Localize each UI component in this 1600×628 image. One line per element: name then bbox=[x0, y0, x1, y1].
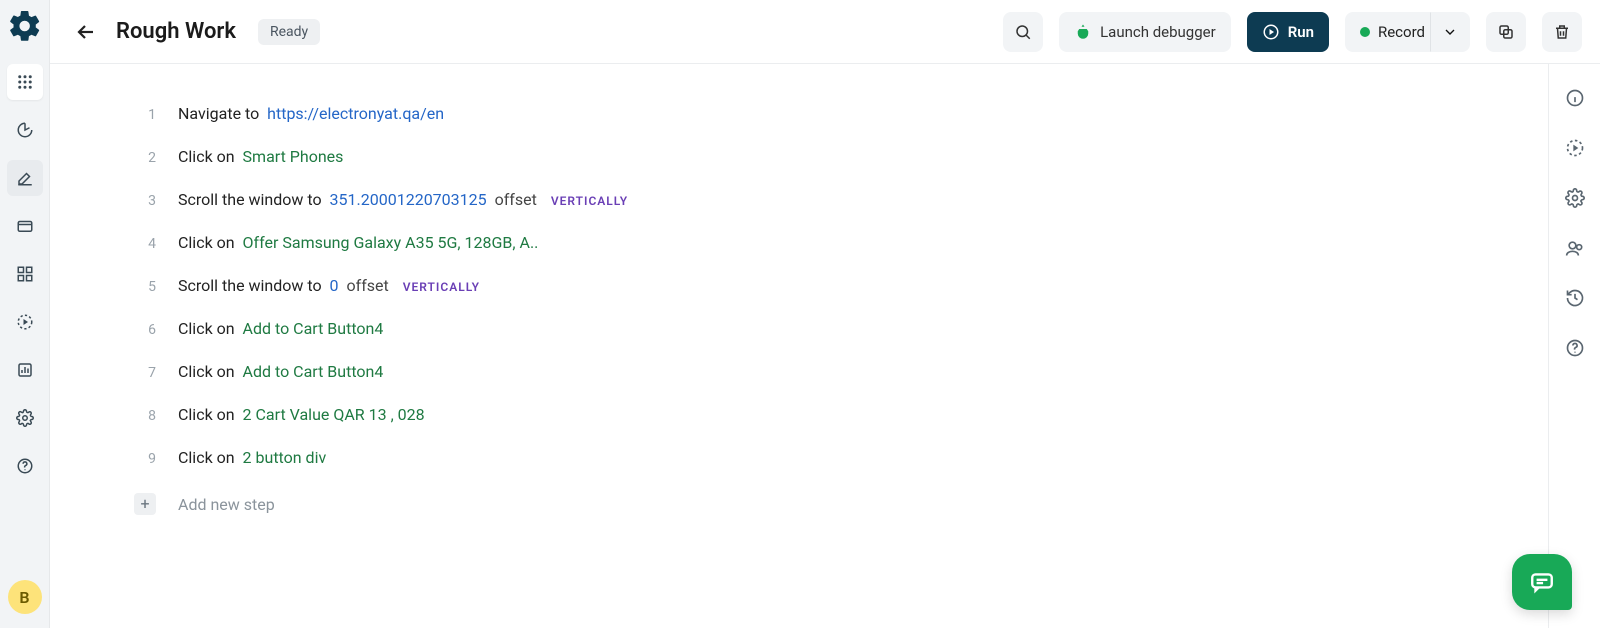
step-target: Add to Cart Button4 bbox=[243, 319, 384, 338]
trash-icon bbox=[1553, 23, 1571, 41]
search-icon bbox=[1014, 23, 1032, 41]
delete-button[interactable] bbox=[1542, 12, 1582, 52]
step-target: Offer Samsung Galaxy A35 5G, 128GB, A.. bbox=[243, 233, 539, 252]
copy-button[interactable] bbox=[1486, 12, 1526, 52]
sidebar-activity-icon[interactable] bbox=[7, 304, 43, 340]
step-target: Add to Cart Button4 bbox=[243, 362, 384, 381]
collaborators-button[interactable] bbox=[1565, 238, 1585, 258]
app-logo-icon bbox=[7, 8, 43, 44]
back-button[interactable] bbox=[74, 20, 98, 44]
launch-debugger-button[interactable]: Launch debugger bbox=[1059, 12, 1231, 52]
copy-icon bbox=[1497, 23, 1515, 41]
sidebar-help-icon[interactable] bbox=[7, 448, 43, 484]
step-number: 2 bbox=[130, 150, 156, 166]
add-step-row[interactable]: + Add new step bbox=[130, 479, 1508, 529]
step-number: 6 bbox=[130, 322, 156, 338]
step-row[interactable]: 3 Scroll the window to 351.2000122070312… bbox=[130, 178, 1508, 221]
sidebar-grid-icon[interactable] bbox=[7, 256, 43, 292]
step-text: Click on 2 button div bbox=[178, 448, 326, 467]
step-url: https://electronyat.qa/en bbox=[267, 104, 444, 123]
step-row[interactable]: 4 Click on Offer Samsung Galaxy A35 5G, … bbox=[130, 221, 1508, 264]
step-row[interactable]: 1 Navigate to https://electronyat.qa/en bbox=[130, 92, 1508, 135]
help-icon bbox=[1565, 338, 1585, 358]
step-text: Click on Add to Cart Button4 bbox=[178, 362, 383, 381]
play-dashed-icon bbox=[1565, 138, 1585, 158]
rail-help-button[interactable] bbox=[1565, 338, 1585, 358]
add-step-label: Add new step bbox=[178, 495, 275, 514]
step-text: Click on Offer Samsung Galaxy A35 5G, 12… bbox=[178, 233, 538, 252]
step-row[interactable]: 6 Click on Add to Cart Button4 bbox=[130, 307, 1508, 350]
sidebar-folder-icon[interactable] bbox=[7, 208, 43, 244]
step-row[interactable]: 7 Click on Add to Cart Button4 bbox=[130, 350, 1508, 393]
step-number: 3 bbox=[130, 193, 156, 209]
play-circle-icon bbox=[1262, 23, 1280, 41]
record-label: Record bbox=[1378, 23, 1425, 41]
right-rail bbox=[1548, 64, 1600, 628]
record-button[interactable]: Record bbox=[1345, 12, 1440, 52]
step-value: 0 bbox=[330, 276, 339, 295]
search-button[interactable] bbox=[1003, 12, 1043, 52]
rail-settings-button[interactable] bbox=[1565, 188, 1585, 208]
history-icon bbox=[1565, 288, 1585, 308]
chevron-down-icon bbox=[1442, 24, 1458, 40]
step-number: 1 bbox=[130, 107, 156, 123]
chat-widget-button[interactable] bbox=[1512, 554, 1572, 610]
avatar[interactable]: B bbox=[8, 580, 42, 614]
info-button[interactable] bbox=[1565, 88, 1585, 108]
step-row[interactable]: 5 Scroll the window to 0 offset VERTICAL… bbox=[130, 264, 1508, 307]
step-row[interactable]: 9 Click on 2 button div bbox=[130, 436, 1508, 479]
sidebar-apps-icon[interactable] bbox=[7, 64, 43, 100]
step-text: Click on Add to Cart Button4 bbox=[178, 319, 383, 338]
info-icon bbox=[1565, 88, 1585, 108]
run-target-button[interactable] bbox=[1565, 138, 1585, 158]
step-text: Click on 2 Cart Value QAR 13 , 028 bbox=[178, 405, 425, 424]
sidebar-dashboard-icon[interactable] bbox=[7, 112, 43, 148]
step-number: 7 bbox=[130, 365, 156, 381]
step-number: 4 bbox=[130, 236, 156, 252]
avatar-initial: B bbox=[19, 588, 29, 607]
step-text: Navigate to https://electronyat.qa/en bbox=[178, 104, 444, 123]
history-button[interactable] bbox=[1565, 288, 1585, 308]
topbar: Rough Work Ready Launch debugger Run Rec… bbox=[50, 0, 1600, 64]
step-number: 9 bbox=[130, 451, 156, 467]
step-text: Click on Smart Phones bbox=[178, 147, 343, 166]
step-number: 5 bbox=[130, 279, 156, 295]
step-row[interactable]: 8 Click on 2 Cart Value QAR 13 , 028 bbox=[130, 393, 1508, 436]
step-text: Scroll the window to 351.20001220703125 … bbox=[178, 190, 628, 209]
step-text: Scroll the window to 0 offset VERTICALLY bbox=[178, 276, 480, 295]
bug-icon bbox=[1074, 23, 1092, 41]
step-number: 8 bbox=[130, 408, 156, 424]
run-button[interactable]: Run bbox=[1247, 12, 1329, 52]
sidebar-settings-icon[interactable] bbox=[7, 400, 43, 436]
status-badge: Ready bbox=[258, 19, 320, 45]
step-target: 2 Cart Value QAR 13 , 028 bbox=[243, 405, 425, 424]
chat-icon bbox=[1529, 569, 1555, 595]
sidebar-reports-icon[interactable] bbox=[7, 352, 43, 388]
users-icon bbox=[1565, 238, 1585, 258]
step-value: 351.20001220703125 bbox=[330, 190, 487, 209]
page-title: Rough Work bbox=[116, 19, 236, 44]
steps-panel: 1 Navigate to https://electronyat.qa/en … bbox=[50, 64, 1548, 628]
sidebar-edit-icon[interactable] bbox=[7, 160, 43, 196]
record-dropdown-button[interactable] bbox=[1430, 12, 1470, 52]
launch-debugger-label: Launch debugger bbox=[1100, 23, 1216, 41]
step-target: 2 button div bbox=[243, 448, 327, 467]
left-sidebar: B bbox=[0, 0, 50, 628]
step-row[interactable]: 2 Click on Smart Phones bbox=[130, 135, 1508, 178]
gear-icon bbox=[1565, 188, 1585, 208]
record-dot-icon bbox=[1360, 27, 1370, 37]
step-target: Smart Phones bbox=[243, 147, 344, 166]
add-step-plus-icon: + bbox=[130, 493, 156, 515]
run-label: Run bbox=[1288, 23, 1314, 41]
record-button-group: Record bbox=[1345, 12, 1470, 52]
